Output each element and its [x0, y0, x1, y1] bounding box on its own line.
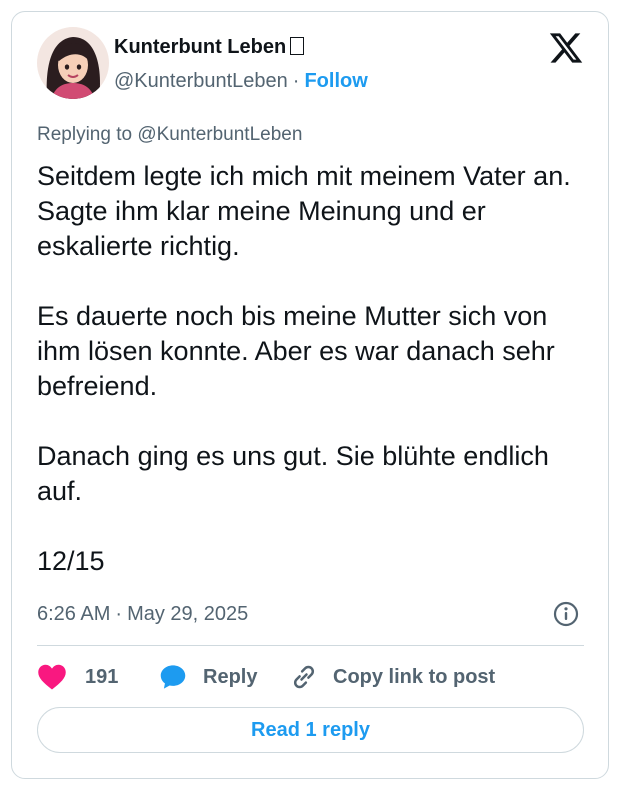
author-handle-row: @KunterbuntLeben · Follow: [114, 70, 368, 93]
action-bar: 191 Reply Copy link to post: [37, 660, 584, 694]
handle-separator: ·: [292, 70, 300, 92]
info-icon[interactable]: [553, 601, 579, 627]
replying-to[interactable]: Replying to @KunterbuntLeben: [37, 124, 302, 146]
follow-button[interactable]: Follow: [304, 70, 367, 92]
name-emoji-icon: [290, 37, 305, 55]
tweet-text: Seitdem legte ich mich mit meinem Vater …: [37, 159, 592, 579]
reply-label: Reply: [203, 665, 258, 688]
like-button[interactable]: 191: [37, 660, 118, 694]
divider: [37, 645, 584, 646]
timestamp[interactable]: 6:26 AM · May 29, 2025: [37, 603, 248, 626]
x-logo-icon[interactable]: [548, 30, 584, 66]
copy-link-button[interactable]: Copy link to post: [289, 660, 495, 694]
tweet-time: 6:26 AM: [37, 603, 111, 625]
link-icon: [293, 665, 315, 689]
like-count: 191: [85, 665, 119, 688]
timestamp-separator: ·: [115, 603, 123, 625]
heart-icon: [38, 664, 66, 690]
tweet-date: May 29, 2025: [127, 603, 249, 625]
read-replies-button[interactable]: Read 1 reply: [37, 707, 584, 753]
tweet-paragraph: Es dauerte noch bis meine Mutter sich vo…: [37, 301, 555, 401]
reply-button[interactable]: Reply: [159, 660, 257, 694]
author-name[interactable]: Kunterbunt Leben: [114, 36, 305, 59]
avatar-cartoon-woman-icon: [37, 27, 109, 99]
copy-link-label: Copy link to post: [333, 665, 496, 688]
author-avatar[interactable]: [37, 27, 109, 99]
tweet-paragraph: Danach ging es uns gut. Sie blühte endli…: [37, 441, 549, 506]
tweet-paragraph: 12/15: [37, 546, 105, 576]
tweet-paragraph: Seitdem legte ich mich mit meinem Vater …: [37, 161, 571, 261]
author-handle[interactable]: @KunterbuntLeben: [114, 70, 288, 92]
speech-bubble-icon: [160, 665, 186, 689]
read-replies-label: Read 1 reply: [251, 718, 370, 741]
